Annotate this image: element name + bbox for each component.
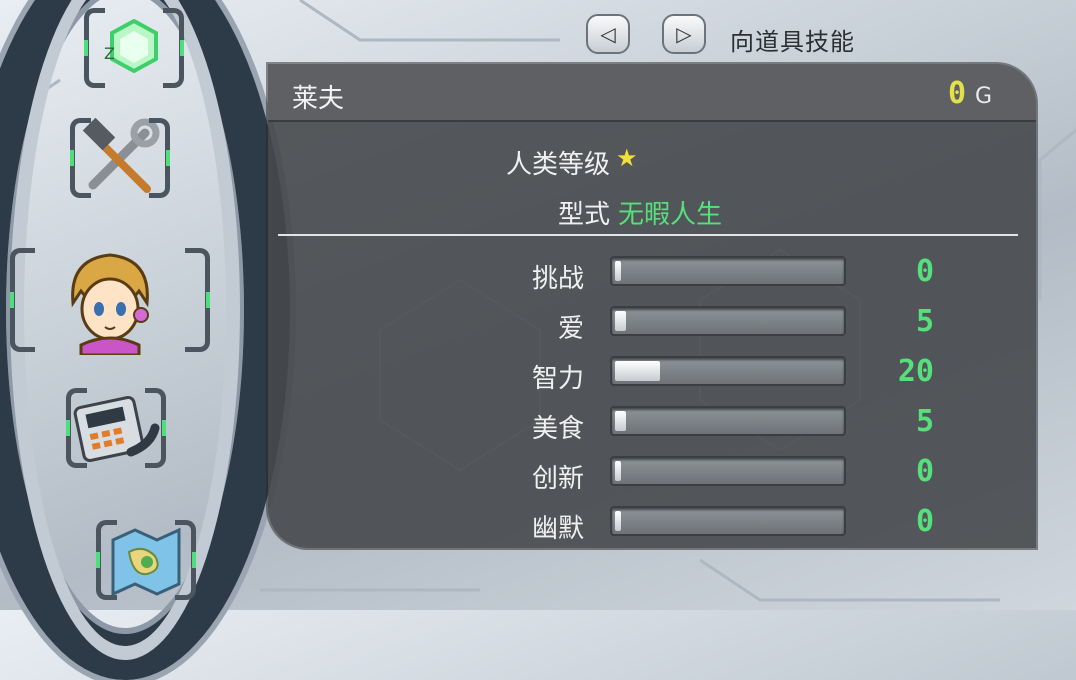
stat-value: 0: [915, 254, 934, 289]
stat-bar: [610, 306, 846, 336]
stat-row: 美食 5: [268, 404, 1036, 444]
stat-name: 智力: [531, 364, 584, 394]
stat-bar-fill: [615, 411, 626, 431]
stat-row: 创新 0: [268, 454, 1036, 494]
bracket-right: [149, 118, 170, 198]
gold-value: 0: [947, 76, 966, 111]
stat-row: 爱5: [268, 304, 1036, 344]
stat-row: 幽默 0: [268, 504, 1036, 544]
star-icon: ★: [616, 144, 638, 172]
rank-label: 人类等级: [505, 150, 610, 180]
triangle-right-icon: ▷: [676, 22, 692, 46]
bracket-left: [96, 520, 117, 600]
stat-value: 20: [897, 354, 934, 389]
bracket-left: [10, 248, 35, 352]
bracket-right: [185, 248, 210, 352]
hexagon-zone-icon: Z: [104, 18, 158, 74]
divider: [278, 234, 1018, 236]
stat-bar-fill: [615, 311, 626, 331]
character-portrait-icon: [71, 253, 149, 355]
stat-bar-fill: [615, 261, 621, 281]
menu-item-device[interactable]: [66, 380, 166, 476]
stat-name: 幽默: [531, 514, 584, 544]
stat-value: 0: [915, 454, 934, 489]
style-value: 无暇人生: [618, 200, 723, 230]
bracket-right: [145, 388, 166, 468]
stat-name: 爱: [557, 314, 584, 344]
menu-item-map[interactable]: [96, 512, 196, 608]
stat-row: 挑战 0: [268, 254, 1036, 294]
bracket-right: [163, 8, 184, 88]
menu-item-tools[interactable]: [70, 110, 170, 206]
stat-bar-fill: [615, 461, 621, 481]
stat-bar: [610, 256, 846, 286]
bracket-right: [175, 520, 196, 600]
nav-label: 向道具技能: [730, 28, 855, 56]
bracket-left: [84, 8, 105, 88]
stat-name: 挑战: [531, 264, 584, 294]
status-panel: 莱夫 0 G 人类等级 ★ 型式 无暇人生 挑战 0 爱 5 智力 20 美食 5 创新 0 幽默 0: [268, 64, 1036, 548]
bracket-left: [66, 388, 87, 468]
style-label: 型式: [557, 200, 610, 230]
stat-bar: [610, 406, 846, 436]
next-button[interactable]: ▷: [662, 14, 706, 54]
triangle-left-icon: ◁: [600, 22, 616, 46]
menu-item-zone[interactable]: Z: [84, 0, 184, 96]
stat-value: 0: [915, 504, 934, 539]
svg-text:Z: Z: [104, 44, 115, 63]
stat-name: 美食: [531, 414, 584, 444]
stat-bar: [610, 356, 846, 386]
menu-item-character[interactable]: [10, 240, 210, 360]
stat-row: 智力 20: [268, 354, 1036, 394]
stat-bar: [610, 506, 846, 536]
stat-bar-fill: [615, 511, 621, 531]
prev-button[interactable]: ◁: [586, 14, 630, 54]
stat-value: 5: [915, 304, 934, 339]
panel-header: 莱夫 0 G: [268, 64, 1036, 122]
character-name: 莱夫: [292, 84, 345, 114]
stat-bar: [610, 456, 846, 486]
stat-bar-fill: [615, 361, 660, 381]
stat-value: 5: [915, 404, 934, 439]
stat-name: 创新: [531, 464, 584, 494]
bracket-left: [70, 118, 91, 198]
gold-unit: G: [974, 84, 992, 109]
